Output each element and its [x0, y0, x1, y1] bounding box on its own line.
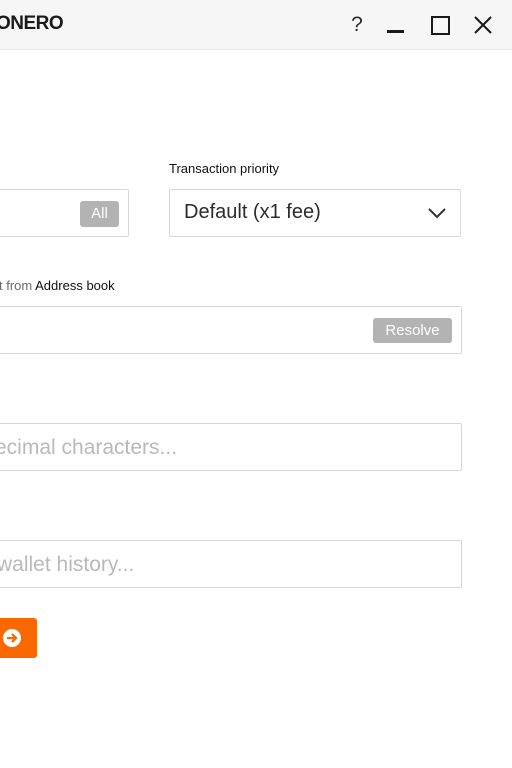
chevron-down-icon	[428, 208, 446, 219]
arrow-right-circle-icon	[3, 629, 21, 647]
payment-id-input[interactable]: ecimal characters...	[0, 423, 462, 471]
address-label-prefix: t from	[0, 278, 33, 293]
send-button[interactable]	[0, 618, 37, 658]
minimize-icon	[387, 30, 404, 33]
amount-input[interactable]: All	[0, 189, 129, 237]
payment-id-placeholder: ecimal characters...	[0, 436, 178, 459]
app-logo-text: ONERO	[0, 13, 64, 34]
title-bar: ONERO ?	[0, 0, 512, 50]
resolve-button[interactable]: Resolve	[373, 318, 452, 343]
close-button[interactable]	[470, 12, 496, 38]
help-button[interactable]: ?	[344, 12, 370, 38]
close-icon	[474, 16, 492, 34]
priority-select[interactable]: Default (x1 fee)	[169, 189, 461, 237]
all-button[interactable]: All	[80, 201, 119, 227]
priority-label: Transaction priority	[169, 161, 280, 176]
address-book-link[interactable]: Address book	[35, 278, 115, 293]
address-input[interactable]: Resolve	[0, 306, 462, 354]
help-icon: ?	[351, 13, 363, 36]
address-label: t from Address book	[0, 278, 115, 293]
minimize-button[interactable]	[383, 12, 409, 38]
description-input[interactable]: wallet history...	[0, 540, 462, 588]
maximize-icon	[431, 16, 450, 35]
description-placeholder: wallet history...	[0, 553, 135, 576]
maximize-button[interactable]	[427, 12, 453, 38]
priority-selected-value: Default (x1 fee)	[184, 201, 321, 223]
